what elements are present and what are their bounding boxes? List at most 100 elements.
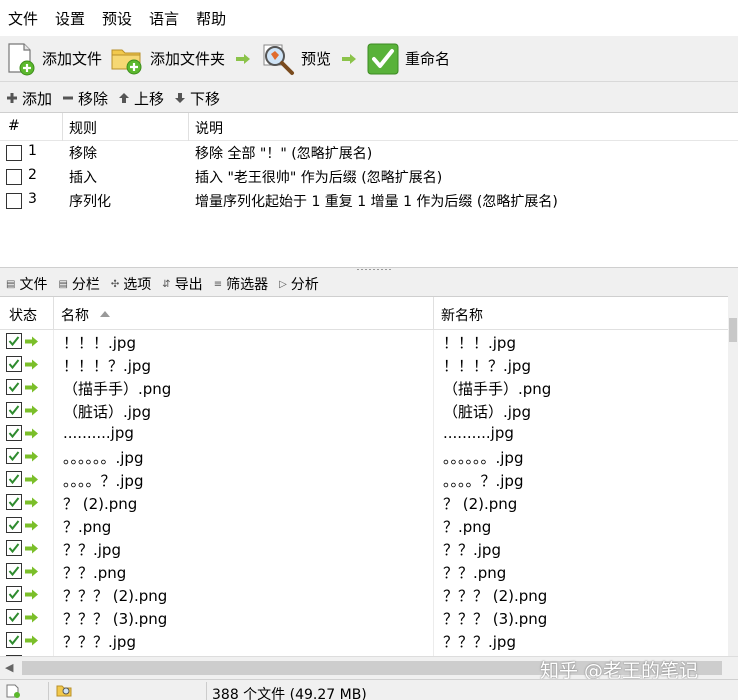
checkmark-icon <box>8 520 20 531</box>
rename-button[interactable]: 重命名 <box>367 39 450 79</box>
rule-checkbox[interactable] <box>6 145 22 161</box>
menu-presets[interactable]: 预设 <box>102 8 132 29</box>
menu-settings[interactable]: 设置 <box>55 8 85 29</box>
arrow-right-icon <box>25 635 38 646</box>
file-row[interactable]: ？？？ (2).png ？？？ (2).png <box>0 583 728 606</box>
file-old-name: ？？？ (3).png <box>63 610 168 628</box>
add-file-button[interactable]: 添加文件 <box>6 39 102 79</box>
scroll-left-icon[interactable]: ◀ <box>5 661 13 674</box>
preview-label: 预览 <box>301 50 332 68</box>
move-down-button[interactable]: 下移 <box>174 88 220 109</box>
file-checkbox[interactable] <box>6 356 22 372</box>
file-new-name: ？？？.jpg <box>443 633 516 651</box>
arrow-right-icon <box>25 497 38 508</box>
file-old-name: （描手手）.png <box>63 380 172 398</box>
checkmark-icon <box>8 589 20 600</box>
file-new-name: （描手手）.png <box>443 380 552 398</box>
arrow-right-icon <box>25 474 38 485</box>
rules-col-desc[interactable]: 说明 <box>195 118 223 138</box>
file-old-name: 。。。。？.jpg <box>63 472 144 490</box>
rules-col-rule[interactable]: 规则 <box>69 118 97 138</box>
file-checkbox[interactable] <box>6 471 22 487</box>
file-old-name: ？？？.jpg <box>63 633 136 651</box>
preview-button[interactable]: 预览 <box>261 39 331 79</box>
export-tab-label: 导出 <box>174 277 203 293</box>
arrow-right-icon <box>25 589 38 600</box>
file-checkbox[interactable] <box>6 517 22 533</box>
file-checkbox[interactable] <box>6 379 22 395</box>
vertical-scroll-thumb[interactable] <box>729 318 737 342</box>
file-row[interactable]: ？？？ (3).png ？？？ (3).png <box>0 606 728 629</box>
move-up-button[interactable]: 上移 <box>118 88 164 109</box>
export-tab[interactable]: ⇵ 导出 <box>162 274 202 294</box>
rules-header: # 规则 说明 <box>0 113 738 141</box>
menu-language[interactable]: 语言 <box>149 8 179 29</box>
file-row[interactable]: ！！！.jpg ！！！.jpg <box>0 330 728 353</box>
rule-toolbar: 添加 移除 上移 下移 <box>0 84 738 112</box>
arrow-right-icon <box>236 53 251 64</box>
file-checkbox[interactable] <box>6 402 22 418</box>
file-checkbox[interactable] <box>6 563 22 579</box>
rules-col-num[interactable]: # <box>8 118 20 134</box>
sort-asc-icon <box>100 311 110 317</box>
file-checkbox[interactable] <box>6 586 22 602</box>
file-row[interactable]: ？ (2).png ？ (2).png <box>0 491 728 514</box>
file-row[interactable]: ？？？.jpg ？？？.jpg <box>0 629 728 652</box>
file-row[interactable]: ..........jpg ..........jpg <box>0 422 728 445</box>
rule-checkbox[interactable] <box>6 193 22 209</box>
app-window: 文件 设置 预设 语言 帮助 添加文件 添加文件夹 预览 重命名 添加 移除 上… <box>0 0 738 700</box>
file-row[interactable]: ？？.png ？？.png <box>0 560 728 583</box>
rule-row[interactable]: 1 移除 移除 全部 "！" (忽略扩展名) <box>0 141 738 165</box>
rule-row[interactable]: 2 插入 插入 "老王很帅" 作为后缀 (忽略扩展名) <box>0 165 738 189</box>
file-checkbox[interactable] <box>6 448 22 464</box>
col-status[interactable]: 状态 <box>9 305 37 325</box>
menu-file[interactable]: 文件 <box>8 8 38 29</box>
checkmark-icon <box>8 497 20 508</box>
file-checkbox[interactable] <box>6 632 22 648</box>
file-checkbox[interactable] <box>6 333 22 349</box>
vertical-scrollbar[interactable] <box>728 296 738 656</box>
file-new-name: 。。。。。。.jpg <box>443 449 524 467</box>
file-new-name: ？？.jpg <box>443 541 501 559</box>
options-icon: ✣ <box>110 278 120 290</box>
file-row[interactable]: ？？.jpg ？？.jpg <box>0 537 728 560</box>
checkmark-icon <box>8 474 20 485</box>
file-row[interactable]: 。。。。？.jpg 。。。。？.jpg <box>0 468 728 491</box>
file-new-name: ？ (2).png <box>443 495 518 513</box>
file-new-name: ？？？ (2).png <box>443 587 548 605</box>
file-checkbox[interactable] <box>6 540 22 556</box>
files-tab[interactable]: ▤ 文件 <box>6 274 47 294</box>
checkmark-icon <box>8 336 20 347</box>
checkmark-icon <box>8 566 20 577</box>
file-new-name: （脏话）.jpg <box>443 403 531 421</box>
menu-bar: 文件 设置 预设 语言 帮助 <box>0 0 738 36</box>
rule-row[interactable]: 3 序列化 增量序列化起始于 1 重复 1 增量 1 作为后缀 (忽略扩展名) <box>0 189 738 213</box>
remove-rule-button[interactable]: 移除 <box>62 88 108 109</box>
analyze-tab[interactable]: ▷ 分析 <box>279 274 319 294</box>
file-row[interactable]: ？.png ？.png <box>0 514 728 537</box>
file-row[interactable]: （脏话）.jpg （脏话）.jpg <box>0 399 728 422</box>
menu-help[interactable]: 帮助 <box>196 8 226 29</box>
arrow-right-icon <box>25 566 38 577</box>
file-old-name: ！！！？.jpg <box>63 357 151 375</box>
file-new-name: ？.png <box>443 518 492 536</box>
file-checkbox[interactable] <box>6 609 22 625</box>
columns-tab[interactable]: ▤ 分栏 <box>58 274 99 294</box>
file-checkbox[interactable] <box>6 494 22 510</box>
file-new-name: ！！！？.jpg <box>443 357 531 375</box>
file-row[interactable]: ！！！？.jpg ！！！？.jpg <box>0 353 728 376</box>
col-name[interactable]: 名称 <box>61 305 89 325</box>
file-checkbox[interactable] <box>6 425 22 441</box>
add-folder-button[interactable]: 添加文件夹 <box>110 39 225 79</box>
file-row[interactable]: （描手手）.png （描手手）.png <box>0 376 728 399</box>
col-new-name[interactable]: 新名称 <box>441 305 483 325</box>
rule-checkbox[interactable] <box>6 169 22 185</box>
options-tab[interactable]: ✣ 选项 <box>111 274 151 294</box>
add-rule-button[interactable]: 添加 <box>6 88 52 109</box>
add-rule-label: 添加 <box>22 89 53 108</box>
add-file-icon <box>8 42 35 75</box>
pane-splitter[interactable] <box>356 268 392 271</box>
rename-label: 重命名 <box>405 50 451 68</box>
filter-tab[interactable]: ≡ 筛选器 <box>214 274 268 294</box>
file-row[interactable]: 。。。。。。.jpg 。。。。。。.jpg <box>0 445 728 468</box>
